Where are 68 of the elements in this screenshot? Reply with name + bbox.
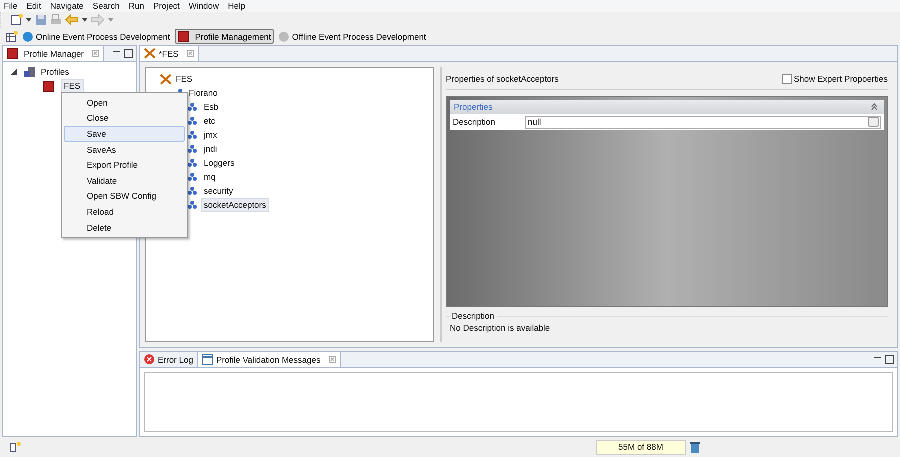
menu-item[interactable]: File: [4, 1, 18, 11]
error-icon: [144, 354, 155, 365]
heap-status[interactable]: 55M of 88M: [596, 440, 686, 454]
profile-icon: [43, 80, 54, 92]
menu-item[interactable]: Navigate: [50, 1, 84, 11]
tree-item[interactable]: etc: [201, 114, 218, 128]
menu-item[interactable]: Validate: [64, 172, 185, 189]
tree-item[interactable]: Fiorano: [189, 88, 218, 98]
node-icon: [188, 173, 197, 181]
properties-title: Properties of socketAcceptors: [446, 74, 559, 84]
menu-item[interactable]: Reload: [64, 204, 185, 220]
view-tab[interactable]: Profile Validation Messages: [198, 352, 341, 367]
maximize-icon[interactable]: [885, 355, 894, 364]
tree-item[interactable]: mq: [201, 170, 219, 184]
menu-item[interactable]: Search: [92, 1, 120, 11]
section-title[interactable]: Properties: [454, 102, 493, 112]
menu-item[interactable]: Project: [153, 1, 180, 11]
view-tab[interactable]: Profile Manager: [3, 46, 104, 61]
menu-item[interactable]: Delete: [64, 220, 185, 236]
tree-item[interactable]: socketAcceptors: [201, 198, 270, 212]
tools-icon: [160, 74, 172, 84]
menu-item[interactable]: SaveAs: [64, 142, 185, 158]
node-icon: [188, 159, 197, 167]
profile-icon: [7, 48, 18, 59]
node-icon: [188, 103, 197, 111]
node-icon: [188, 145, 197, 153]
perspective-button[interactable]: Profile Management: [175, 29, 274, 44]
menu-item[interactable]: Open: [64, 95, 185, 111]
dropdown-arrow-icon[interactable]: [26, 18, 32, 22]
editor-tab[interactable]: *FES: [140, 46, 199, 61]
expert-checkbox[interactable]: Show Expert Propoerties: [782, 74, 888, 84]
property-label: Description: [453, 117, 497, 127]
menu-item[interactable]: Edit: [26, 1, 42, 11]
collapse-icon[interactable]: [871, 103, 878, 111]
maximize-icon[interactable]: [124, 49, 133, 58]
perspective-button[interactable]: Online Event Process Development: [20, 29, 174, 44]
node-icon: [188, 117, 197, 125]
new-file-icon[interactable]: [11, 14, 23, 26]
dropdown-arrow-icon[interactable]: [82, 18, 88, 22]
tree-item[interactable]: Profiles: [41, 67, 70, 77]
menu-item[interactable]: Run: [128, 1, 144, 11]
menu-item[interactable]: Export Profile: [64, 157, 185, 173]
tools-icon: [144, 48, 156, 59]
menu-item[interactable]: Save: [64, 126, 185, 142]
description-text: No Description is available: [450, 323, 550, 333]
description-field[interactable]: null: [525, 116, 881, 128]
server-icon: [23, 66, 37, 78]
group-legend: Description: [450, 311, 497, 321]
tree-item[interactable]: FES: [61, 79, 84, 93]
tree-item[interactable]: jmx: [201, 128, 220, 142]
node-icon: [188, 131, 197, 139]
perspective-button[interactable]: Offline Event Process Development: [276, 29, 430, 44]
open-perspective-icon[interactable]: [6, 30, 18, 42]
expand-toggle[interactable]: [11, 69, 19, 75]
menu-item[interactable]: Open SBW Config: [64, 188, 185, 204]
window-icon: [202, 354, 214, 365]
tree-item[interactable]: security: [201, 184, 236, 198]
node-icon: [188, 187, 197, 195]
tree-item[interactable]: FES: [176, 74, 193, 84]
menu-item[interactable]: Help: [228, 1, 246, 11]
node-icon: [188, 201, 197, 209]
fast-view-icon[interactable]: [10, 441, 22, 453]
tree-item[interactable]: Esb: [201, 100, 222, 114]
menu-item[interactable]: Close: [64, 110, 185, 126]
tree-item[interactable]: Loggers: [201, 156, 238, 170]
menu-item[interactable]: Window: [188, 1, 220, 11]
trash-icon[interactable]: [690, 441, 700, 453]
tree-item[interactable]: jndi: [201, 142, 220, 156]
